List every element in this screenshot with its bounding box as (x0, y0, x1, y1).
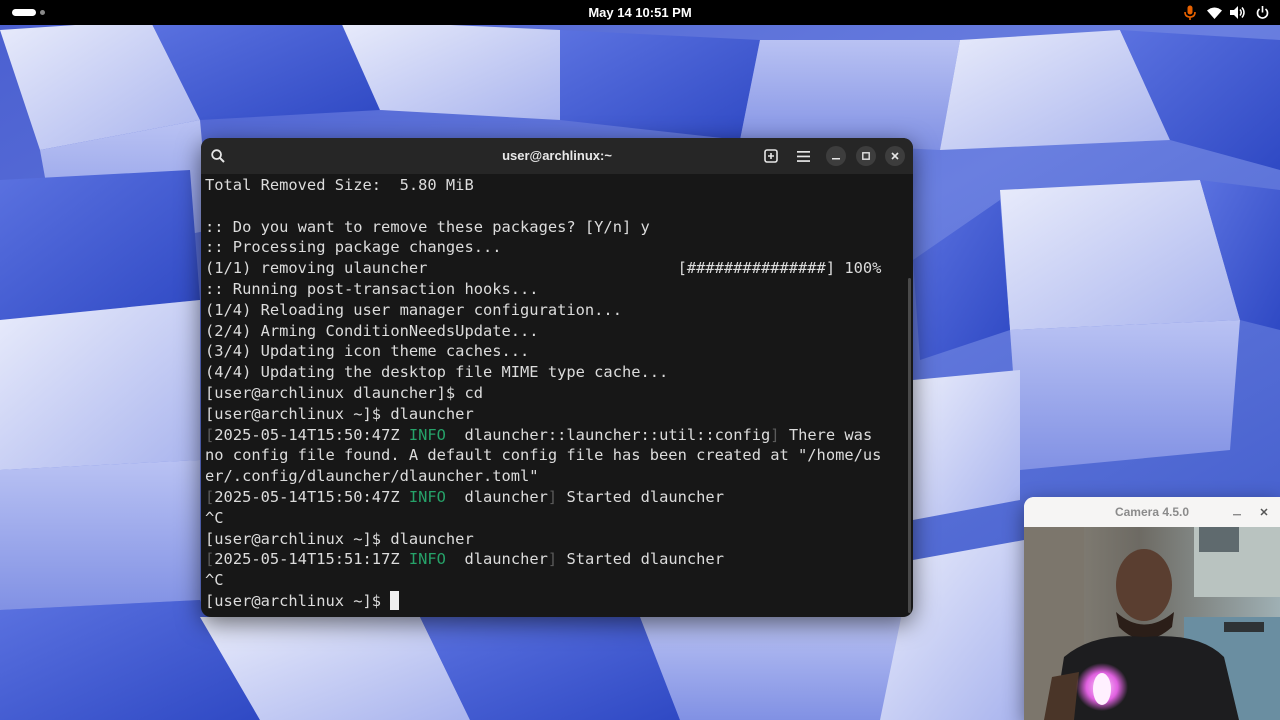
volume-icon[interactable] (1230, 5, 1246, 21)
terminal-text: (3/4) Updating icon theme caches... (205, 342, 530, 361)
terminal-line: (1/4) Reloading user manager configurati… (205, 300, 909, 321)
terminal-text: [ (205, 550, 215, 569)
terminal-text: (4/4) Updating the desktop file MIME typ… (205, 363, 669, 382)
camera-window[interactable]: Camera 4.5.0 (1024, 497, 1280, 720)
terminal-text: no config file found. A default config f… (205, 446, 882, 465)
search-icon[interactable] (208, 146, 228, 166)
terminal-line: (1/1) removing ulauncher [##############… (205, 258, 909, 279)
log-level: INFO (408, 550, 446, 569)
camera-header-bar[interactable]: Camera 4.5.0 (1024, 497, 1280, 527)
terminal-line: [user@archlinux ~]$ dlauncher (205, 529, 909, 550)
terminal-scrollbar[interactable] (908, 278, 911, 613)
terminal-text: ] (770, 425, 780, 444)
terminal-text: 2025-05-14T15:50:47Z (214, 425, 409, 444)
terminal-line: (4/4) Updating the desktop file MIME typ… (205, 362, 909, 383)
terminal-text: er/.config/dlauncher/dlauncher.toml" (205, 467, 539, 486)
terminal-text: :: Running post-transaction hooks... (205, 279, 539, 298)
terminal-line: (3/4) Updating icon theme caches... (205, 341, 909, 362)
terminal-text: ^C (205, 508, 224, 527)
terminal-line: :: Do you want to remove these packages?… (205, 217, 909, 238)
terminal-text: ] (547, 550, 558, 569)
camera-preview (1024, 527, 1280, 720)
terminal-line: ^C (205, 508, 909, 529)
terminal-header-bar[interactable]: user@archlinux:~ (201, 138, 913, 174)
top-bar: May 14 10:51 PM (0, 0, 1280, 25)
terminal-text: dlauncher (445, 550, 548, 569)
terminal-line: no config file found. A default config f… (205, 445, 909, 466)
system-tray[interactable] (1182, 4, 1270, 21)
terminal-line: [user@archlinux ~]$ (205, 590, 909, 612)
terminal-text: dlauncher::launcher::util::config (445, 425, 771, 444)
terminal-text: ^C (205, 571, 224, 590)
terminal-text: [ (205, 487, 215, 506)
terminal-text: [user@archlinux dlauncher]$ cd (205, 383, 483, 402)
terminal-text: 2025-05-14T15:50:47Z (214, 487, 409, 506)
terminal-text: Total Removed Size: 5.80 MiB (205, 176, 474, 194)
wifi-icon[interactable] (1206, 5, 1222, 21)
terminal-line: ^C (205, 570, 909, 591)
terminal-line: [user@archlinux ~]$ dlauncher (205, 404, 909, 425)
clock[interactable]: May 14 10:51 PM (0, 0, 1280, 25)
new-tab-icon[interactable] (761, 146, 781, 166)
minimize-icon[interactable] (826, 146, 846, 166)
terminal-line: :: Processing package changes... (205, 237, 909, 258)
terminal-text: 2025-05-14T15:51:17Z (214, 550, 409, 569)
terminal-line: [user@archlinux dlauncher]$ cd (205, 383, 909, 404)
terminal-text: dlauncher (445, 487, 548, 506)
minimize-icon[interactable] (1228, 503, 1246, 521)
terminal-line: (2/4) Arming ConditionNeedsUpdate... (205, 321, 909, 342)
terminal-text: Started dlauncher (557, 487, 724, 506)
terminal-line: [2025-05-14T15:50:47Z INFO dlauncher] St… (205, 487, 909, 508)
terminal-text: [user@archlinux ~]$ dlauncher (205, 404, 474, 423)
terminal-text: (1/1) removing ulauncher [##############… (205, 259, 882, 278)
log-level: INFO (408, 487, 446, 506)
terminal-text: ] (547, 487, 558, 506)
terminal-text: [user@archlinux ~]$ (205, 591, 391, 610)
terminal-window[interactable]: user@archlinux:~ Total Removed Size: 5.8… (201, 138, 913, 617)
terminal-line: [2025-05-14T15:50:47Z INFO dlauncher::la… (205, 425, 909, 446)
terminal-line: [2025-05-14T15:51:17Z INFO dlauncher] St… (205, 549, 909, 570)
terminal-cursor (390, 590, 400, 610)
terminal-text: There was (779, 425, 873, 444)
terminal-text: (2/4) Arming ConditionNeedsUpdate... (205, 321, 539, 340)
terminal-output[interactable]: Total Removed Size: 5.80 MiB:: Do you wa… (205, 175, 909, 615)
terminal-line: er/.config/dlauncher/dlauncher.toml" (205, 466, 909, 487)
terminal-line: Total Removed Size: 5.80 MiB (205, 175, 909, 196)
close-icon[interactable] (1255, 503, 1273, 521)
terminal-line: :: Running post-transaction hooks... (205, 279, 909, 300)
terminal-text: [user@archlinux ~]$ dlauncher (205, 529, 474, 548)
close-icon[interactable] (885, 146, 905, 166)
maximize-icon[interactable] (856, 146, 876, 166)
terminal-text: Started dlauncher (557, 550, 724, 569)
microphone-icon[interactable] (1182, 5, 1198, 21)
terminal-text: (1/4) Reloading user manager configurati… (205, 300, 622, 319)
power-icon[interactable] (1254, 5, 1270, 21)
menu-icon[interactable] (793, 146, 813, 166)
terminal-text: :: Processing package changes... (205, 238, 502, 257)
terminal-text: :: Do you want to remove these packages?… (205, 217, 650, 236)
terminal-text: [ (205, 425, 215, 444)
log-level: INFO (408, 425, 446, 444)
